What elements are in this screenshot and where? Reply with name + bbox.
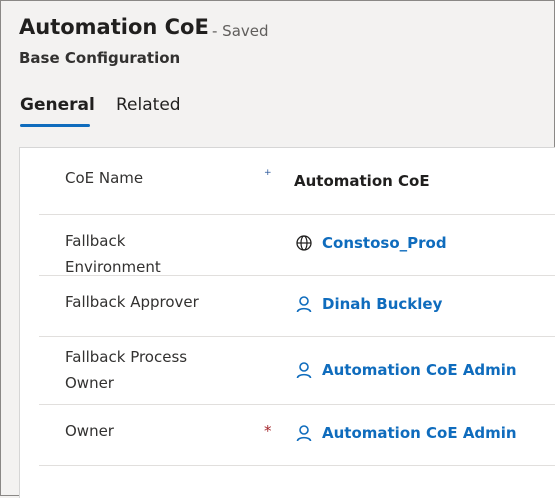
field-row-coe-name: CoE Name + Automation CoE — [39, 148, 555, 215]
tab-related[interactable]: Related — [116, 95, 181, 115]
fallback-environment-link[interactable]: Constoso_Prod — [295, 234, 447, 252]
owner-link[interactable]: Automation CoE Admin — [295, 424, 517, 442]
field-row-fallback-approver: Fallback Approver Dinah Buckley — [39, 275, 555, 337]
fallback-approver-link[interactable]: Dinah Buckley — [295, 295, 442, 313]
field-label-fallback-environment: Fallback Environment — [65, 232, 161, 276]
fallback-environment-value[interactable]: Constoso_Prod — [322, 234, 447, 252]
field-label-fallback-approver: Fallback Approver — [65, 293, 199, 311]
form-window: Automation CoE - Saved Base Configuratio… — [0, 0, 555, 498]
form-subtitle: Base Configuration — [19, 49, 181, 67]
field-label-owner: Owner — [65, 422, 114, 440]
person-icon — [296, 425, 312, 442]
person-icon — [296, 296, 312, 313]
fallback-process-owner-value[interactable]: Automation CoE Admin — [322, 361, 517, 379]
field-row-fallback-process-owner: Fallback Process Owner Automation CoE Ad… — [39, 336, 555, 405]
person-icon — [296, 362, 312, 379]
field-row-owner: Owner * Automation CoE Admin — [39, 404, 555, 466]
field-label-coe-name: CoE Name — [65, 169, 144, 187]
save-status: - Saved — [212, 22, 269, 40]
required-marker: * — [264, 422, 272, 440]
tab-general[interactable]: General — [20, 95, 95, 115]
fallback-process-owner-link[interactable]: Automation CoE Admin — [295, 361, 517, 379]
owner-value[interactable]: Automation CoE Admin — [322, 424, 517, 442]
field-row-fallback-environment: Fallback Environment Constoso_Prod — [39, 214, 555, 276]
required-marker: + — [264, 168, 272, 178]
globe-icon — [296, 235, 312, 251]
record-title: Automation CoE — [19, 15, 209, 39]
general-section: CoE Name + Automation CoE Fallback Envir… — [19, 147, 555, 498]
fallback-approver-value[interactable]: Dinah Buckley — [322, 295, 442, 313]
coe-name-value[interactable]: Automation CoE — [294, 172, 430, 190]
active-tab-indicator — [20, 124, 90, 127]
field-label-fallback-process-owner: Fallback Process Owner — [65, 348, 188, 392]
